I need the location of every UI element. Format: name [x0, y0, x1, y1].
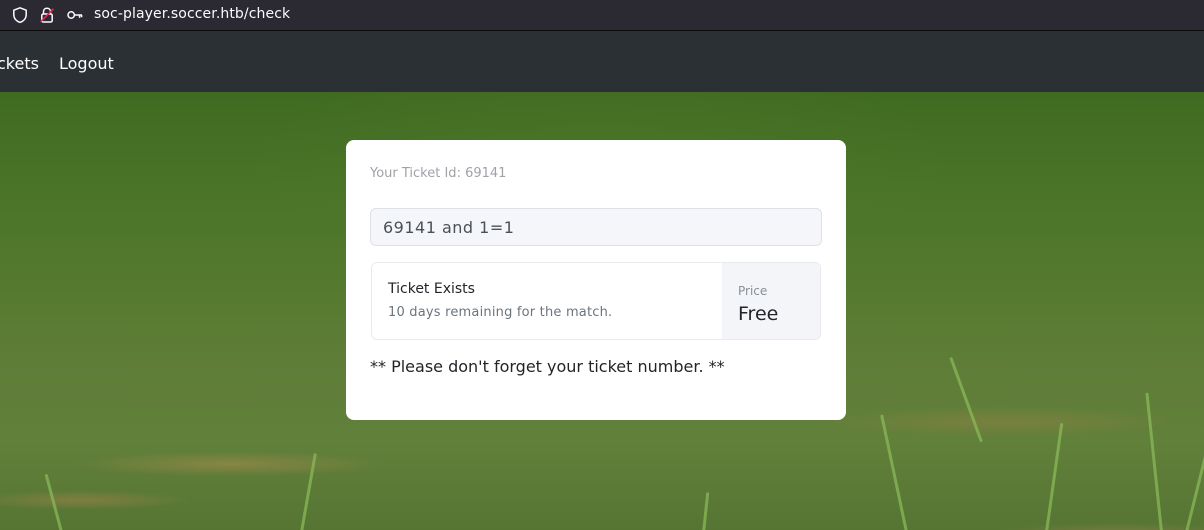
url-text[interactable]: soc-player.soccer.htb/check — [94, 6, 290, 22]
key-icon[interactable] — [66, 6, 84, 24]
grass-blade — [880, 414, 908, 530]
site-navbar: ckets Logout — [0, 31, 1204, 92]
ticket-search-input[interactable] — [370, 208, 822, 246]
grass-blade — [1185, 444, 1204, 530]
price-value: Free — [738, 303, 779, 325]
price-label: Price — [738, 284, 768, 298]
ticket-detail-text: 10 days remaining for the match. — [388, 305, 613, 320]
ticket-status-text: Ticket Exists — [388, 281, 475, 297]
ticket-reminder-text: ** Please don't forget your ticket numbe… — [370, 357, 725, 376]
grass-blade — [300, 452, 317, 530]
ticket-id-label: Your Ticket Id: 69141 — [370, 166, 507, 181]
grass-blade — [700, 492, 710, 530]
nav-link-logout[interactable]: Logout — [59, 54, 114, 74]
ticket-check-card: Your Ticket Id: 69141 Ticket Exists 10 d… — [346, 140, 846, 420]
grass-blade — [44, 473, 63, 530]
grass-blade — [1145, 392, 1163, 530]
ticket-result-box: Ticket Exists 10 days remaining for the … — [371, 262, 821, 340]
insecure-lock-icon[interactable] — [38, 6, 56, 24]
browser-url-bar: soc-player.soccer.htb/check — [0, 0, 1204, 31]
grass-blade — [1045, 422, 1064, 530]
price-panel: Price Free — [722, 263, 820, 339]
grass-blade — [949, 356, 983, 443]
nav-link-tickets[interactable]: ckets — [0, 54, 39, 74]
url-field[interactable]: soc-player.soccer.htb/check — [0, 0, 1204, 30]
shield-icon[interactable] — [11, 6, 29, 24]
